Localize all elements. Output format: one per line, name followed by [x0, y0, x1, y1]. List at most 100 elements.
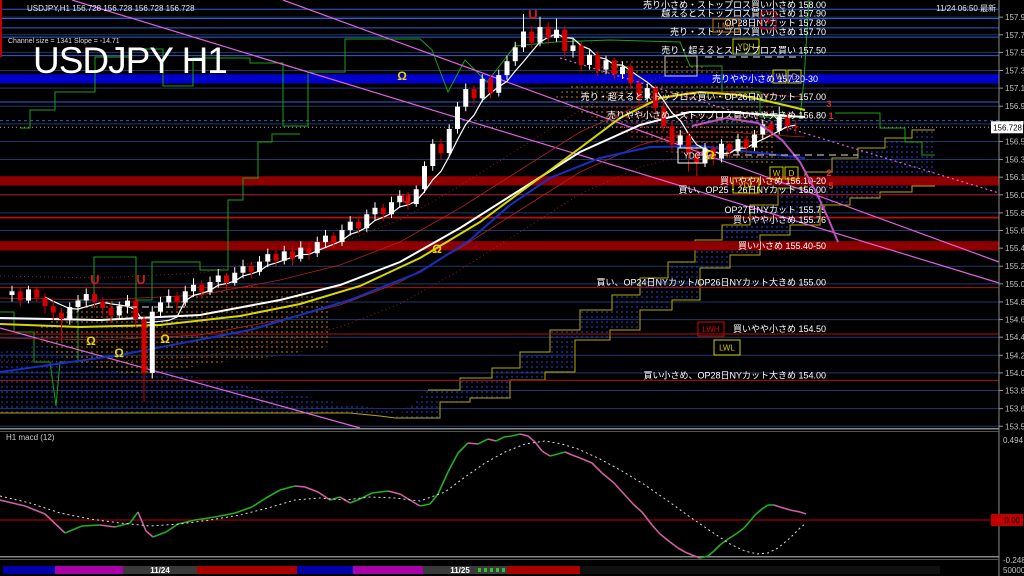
axis-tick-label: 157.340 — [1005, 67, 1024, 76]
candle — [529, 32, 534, 43]
bottom-green-tag-pixels — [502, 568, 505, 572]
macd-line-segment — [235, 507, 252, 513]
candle — [76, 301, 81, 307]
session-segment[interactable] — [353, 566, 423, 574]
bottom-green-tag-pixels — [490, 568, 493, 572]
trend-line — [283, 0, 999, 262]
macd-line-segment — [558, 452, 565, 454]
macd-line-segment — [756, 509, 762, 514]
candle — [381, 208, 386, 214]
candle — [736, 139, 741, 151]
candle — [604, 60, 609, 69]
buy-signal-icon: Ω — [705, 148, 715, 162]
candle — [488, 79, 493, 93]
tag-box-label: M — [765, 17, 772, 26]
axis-tick-label: 153.890 — [1005, 387, 1024, 396]
tag-box-label: LWL — [719, 344, 735, 353]
macd-line-segment — [800, 512, 806, 514]
level-label: 売り・ストップロス買い小さめ 157.70 — [670, 26, 826, 37]
macd-line-segment — [565, 452, 572, 455]
candle — [455, 107, 460, 129]
macd-line-segment — [774, 505, 780, 507]
macd-line-segment — [624, 494, 634, 505]
candle — [67, 307, 72, 319]
level-label: 買いやや小さめ 155.76 — [733, 215, 826, 225]
candle — [595, 55, 600, 70]
candle — [307, 248, 312, 254]
macd-line-segment — [580, 458, 592, 463]
candle — [447, 129, 452, 153]
macd-line-segment — [420, 504, 430, 506]
candle — [719, 144, 724, 159]
session-segment[interactable] — [3, 566, 55, 574]
count-digit: 1 — [828, 111, 833, 121]
tag-box-label: D — [792, 73, 798, 82]
candle — [752, 135, 757, 148]
candle — [166, 296, 171, 302]
panel-separator — [0, 431, 999, 432]
axis-tick-label: 156.575 — [1005, 137, 1024, 146]
macd-line-segment — [138, 512, 146, 531]
candle — [628, 67, 633, 84]
macd-line-segment — [504, 436, 512, 437]
candle — [364, 214, 369, 228]
candle — [348, 222, 353, 230]
macd-line-segment — [685, 552, 692, 555]
candle — [793, 126, 798, 127]
session-segment[interactable] — [497, 566, 580, 574]
axis-tick-label: 154.655 — [1005, 316, 1024, 325]
axis-tick-label: 154.080 — [1005, 369, 1024, 378]
macd-line-segment — [634, 505, 642, 512]
count-digit: 5 — [828, 181, 833, 191]
buy-signal-icon: Ω — [397, 69, 407, 83]
candle — [26, 289, 31, 300]
level-label: 売りやや小さめ 157.20-30 — [712, 73, 818, 84]
level-band-155.4 — [0, 241, 999, 250]
macd-line-segment — [790, 510, 800, 512]
macd-line-segment — [45, 514, 65, 533]
macd-line-segment — [780, 507, 790, 510]
candle — [216, 276, 221, 282]
macd-line-segment — [550, 454, 558, 456]
tag-box-label: D — [789, 169, 795, 178]
macd-axis-label: 0.494 — [1003, 436, 1024, 445]
macd-line-segment — [512, 434, 520, 436]
axis-tick-label: 157.150 — [1005, 84, 1024, 93]
candle — [620, 67, 625, 74]
level-band-156.1 — [0, 176, 999, 185]
axis-tick-label: 153.505 — [1005, 422, 1024, 431]
candle — [521, 32, 526, 48]
candle — [554, 30, 559, 38]
macd-line-segment — [496, 437, 504, 441]
price-chart-canvas[interactable]: 売り小さめ・ストップロス買い小さめ 158.00越えるとストップロス買い小さめ … — [0, 0, 1024, 576]
axis-tick-label: 156.000 — [1005, 191, 1024, 200]
macd-line-segment — [652, 525, 660, 534]
candle — [430, 144, 435, 166]
candle — [175, 296, 180, 302]
axis-tick-label: 154.270 — [1005, 351, 1024, 360]
macd-line-segment — [153, 532, 166, 537]
macd-panel — [0, 428, 999, 560]
session-segment[interactable] — [55, 566, 123, 574]
candle — [92, 294, 97, 301]
macd-line-segment — [572, 455, 580, 458]
session-segment[interactable] — [297, 566, 353, 574]
mt4-chart-window: 売り小さめ・ストップロス買い小さめ 158.00越えるとストップロス買い小さめ … — [0, 0, 1024, 576]
session-segment[interactable] — [580, 566, 940, 574]
tag-box-label: W — [776, 73, 784, 82]
candle — [373, 208, 378, 214]
macd-line-segment — [266, 490, 280, 498]
session-segment[interactable] — [197, 566, 297, 574]
macd-signal-line — [0, 441, 806, 554]
candle — [241, 266, 246, 272]
level-label: 買い小さめ 155.40-50 — [738, 241, 826, 251]
candle — [142, 319, 147, 373]
last-update-timestamp: 11/24 06:50 最新 — [936, 3, 996, 14]
axis-tick-label: 154.845 — [1005, 298, 1024, 307]
buy-signal-icon: Ω — [86, 334, 96, 348]
axis-tick-label: 157.535 — [1005, 48, 1024, 57]
macd-line-segment — [528, 436, 535, 442]
sell-signal-icon: U — [90, 272, 99, 287]
tag-box-label: LMH — [718, 22, 735, 31]
current-price-value: 156.728 — [993, 123, 1022, 132]
